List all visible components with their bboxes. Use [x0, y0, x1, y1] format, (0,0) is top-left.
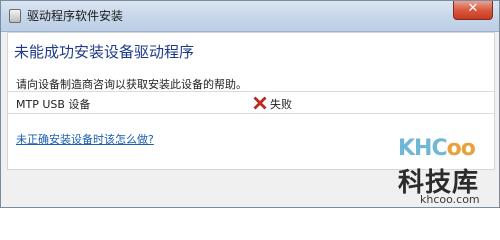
device-row: MTP USB 设备 失败 — [8, 91, 494, 114]
device-status: 失败 — [270, 98, 292, 111]
red-x-icon — [253, 96, 267, 110]
close-icon: ✕ — [467, 1, 479, 16]
device-name: MTP USB 设备 — [16, 98, 91, 111]
logo-oo: oo — [446, 136, 476, 161]
watermark-logo: KHCoo — [398, 136, 476, 161]
device-icon — [9, 9, 21, 23]
window-title: 驱动程序软件安装 — [27, 9, 124, 23]
logo-c: C — [431, 136, 447, 161]
help-link[interactable]: 未正确安装设备时该怎么做? — [16, 131, 154, 147]
error-heading: 未能成功安装设备驱动程序 — [14, 43, 195, 61]
close-button[interactable]: ✕ — [453, 1, 493, 20]
advice-text: 请向设备制造商咨询以获取安装此设备的帮助。 — [16, 78, 247, 91]
logo-kh: KH — [398, 136, 432, 161]
title-bar[interactable]: 驱动程序软件安装 ✕ — [1, 1, 499, 32]
watermark-url: khcoo.com — [420, 193, 480, 206]
